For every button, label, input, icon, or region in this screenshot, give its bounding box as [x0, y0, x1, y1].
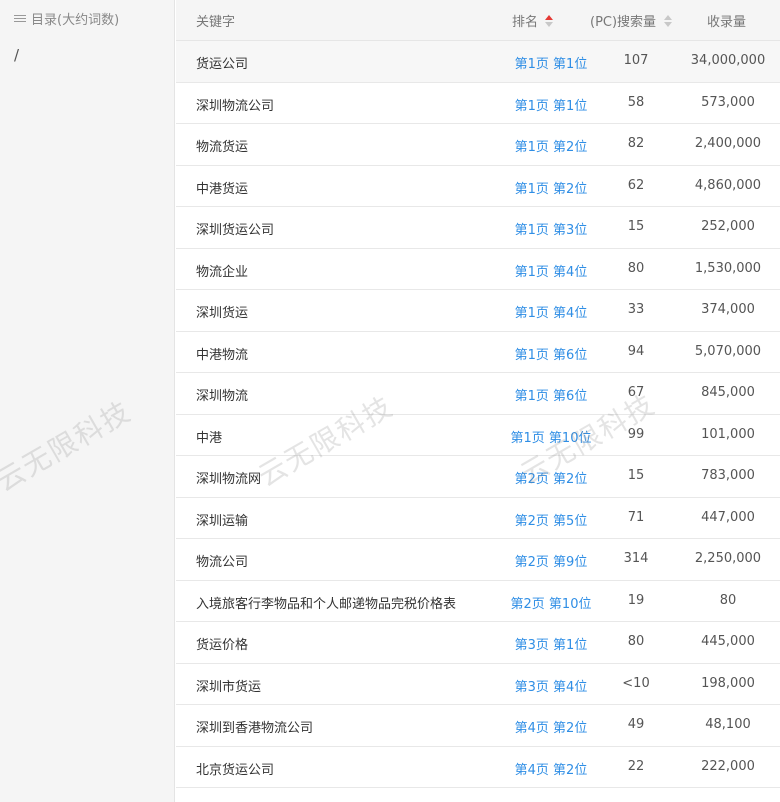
- cell-keyword: 物流货运: [196, 140, 249, 155]
- cell-indexed: 1,530,000: [694, 260, 762, 276]
- cell-indexed: 374,000: [701, 302, 755, 317]
- header-rank[interactable]: 排名: [512, 11, 554, 30]
- table-row: 中港物流 第1页 第6位 94 5,070,000: [176, 332, 780, 373]
- cell-keyword: 中港物流: [196, 347, 249, 363]
- cell-keyword: 货运价格: [196, 638, 249, 653]
- cell-indexed: 252,000: [701, 219, 755, 234]
- cell-pc-volume: 62: [627, 177, 645, 193]
- cell-pc-volume: 80: [627, 634, 645, 649]
- table-row: 深圳物流 第1页 第6位 67 845,000: [176, 373, 780, 415]
- cell-indexed: 783,000: [701, 468, 755, 483]
- cell-indexed: 222,000: [701, 758, 755, 774]
- list-icon: [14, 13, 26, 24]
- table-row: 深圳物流公司 第1页 第1位 58 573,000: [176, 83, 780, 124]
- table-row: 中港 第1页 第10位 99 101,000: [176, 415, 780, 456]
- cell-keyword: 深圳货运公司: [196, 223, 275, 238]
- cell-indexed: 2,250,000: [694, 551, 762, 566]
- table-row: 深圳运输 第2页 第5位 71 447,000: [176, 498, 780, 539]
- cell-pc-volume: 99: [627, 426, 645, 442]
- table-row: 深圳货运 第1页 第4位 33 374,000: [176, 290, 780, 332]
- table-row: 深圳市货运 第3页 第4位 <10 198,000: [176, 664, 780, 705]
- cell-indexed: 34,000,000: [690, 53, 766, 68]
- cell-pc-volume: <10: [622, 675, 650, 691]
- cell-indexed: 845,000: [701, 385, 755, 400]
- table-row: 物流货运 第1页 第2位 82 2,400,000: [176, 124, 780, 166]
- cell-indexed: 4,860,000: [694, 177, 762, 193]
- cell-pc-volume: 22: [627, 758, 645, 774]
- cell-keyword: 北京货运公司: [196, 762, 275, 778]
- cell-indexed: 5,070,000: [694, 343, 762, 359]
- cell-pc-volume: 49: [627, 717, 645, 732]
- cell-keyword: 深圳物流网: [196, 472, 262, 487]
- cell-pc-volume: 33: [627, 302, 645, 317]
- table-row: 深圳货运公司 第1页 第3位 15 252,000: [176, 207, 780, 249]
- cell-keyword: 物流企业: [196, 264, 249, 280]
- table-header: 关键字 排名 (PC)搜索量 收录量: [176, 0, 780, 41]
- cell-keyword: 深圳货运: [196, 306, 249, 321]
- cell-indexed: 573,000: [701, 94, 755, 110]
- cell-pc-volume: 15: [627, 219, 645, 234]
- header-pc-volume[interactable]: (PC)搜索量: [590, 11, 673, 30]
- header-indexed: 收录量: [707, 15, 747, 30]
- sidebar-title-label: 目录(大约词数): [31, 13, 120, 28]
- table-row: 深圳物流网 第2页 第2位 15 783,000: [176, 456, 780, 498]
- cell-keyword: 中港: [196, 430, 223, 446]
- sidebar: 目录(大约词数) /: [0, 0, 175, 802]
- cell-pc-volume: 107: [623, 53, 649, 68]
- cell-keyword: 深圳运输: [196, 513, 249, 529]
- cell-pc-volume: 82: [627, 136, 645, 151]
- table-row: 入境旅客行李物品和个人邮递物品完税价格表 第2页 第10位 19 80: [176, 581, 780, 622]
- sidebar-item-root[interactable]: /: [14, 46, 19, 64]
- cell-indexed: 48,100: [705, 717, 751, 732]
- cell-keyword: 深圳到香港物流公司: [196, 721, 314, 736]
- cell-keyword: 深圳物流公司: [196, 98, 275, 114]
- cell-pc-volume: 19: [627, 592, 645, 608]
- table-row: 物流公司 第2页 第9位 314 2,250,000: [176, 539, 780, 581]
- header-rank-label: 排名: [512, 15, 539, 30]
- cell-pc-volume: 71: [627, 509, 645, 525]
- table-row: 货运价格 第3页 第1位 80 445,000: [176, 622, 780, 664]
- cell-indexed: 445,000: [701, 634, 755, 649]
- cell-indexed: 80: [719, 592, 737, 608]
- cell-indexed: 198,000: [701, 675, 755, 691]
- cell-indexed: 101,000: [701, 426, 755, 442]
- table-row: 物流企业 第1页 第4位 80 1,530,000: [176, 249, 780, 290]
- cell-pc-volume: 314: [623, 551, 649, 566]
- cell-keyword: 深圳物流: [196, 389, 249, 404]
- cell-keyword: 中港货运: [196, 181, 249, 197]
- cell-keyword: 入境旅客行李物品和个人邮递物品完税价格表: [196, 596, 457, 612]
- header-pc-label: (PC)搜索量: [590, 15, 657, 30]
- table-row: 货运公司 第1页 第1位 107 34,000,000: [176, 41, 780, 83]
- sort-icon[interactable]: [664, 14, 673, 27]
- table-row: 深圳到香港物流公司 第4页 第2位 49 48,100: [176, 705, 780, 747]
- cell-pc-volume: 58: [627, 94, 645, 110]
- sort-icon[interactable]: [545, 14, 554, 27]
- header-keyword: 关键字: [196, 15, 236, 30]
- table-row: 北京货运公司 第4页 第2位 22 222,000: [176, 747, 780, 788]
- sidebar-title: 目录(大约词数): [14, 9, 119, 28]
- cell-pc-volume: 80: [627, 260, 645, 276]
- cell-pc-volume: 15: [627, 468, 645, 483]
- table-row: 中港货运 第1页 第2位 62 4,860,000: [176, 166, 780, 207]
- cell-indexed: 2,400,000: [694, 136, 762, 151]
- keyword-table: 关键字 排名 (PC)搜索量 收录量 货运公司 第1页 第1位 107 34,000,…: [176, 0, 780, 788]
- cell-indexed: 447,000: [701, 509, 755, 525]
- cell-pc-volume: 67: [627, 385, 645, 400]
- cell-keyword: 物流公司: [196, 555, 249, 570]
- cell-keyword: 深圳市货运: [196, 679, 262, 695]
- cell-pc-volume: 94: [627, 343, 645, 359]
- cell-keyword: 货运公司: [196, 57, 249, 72]
